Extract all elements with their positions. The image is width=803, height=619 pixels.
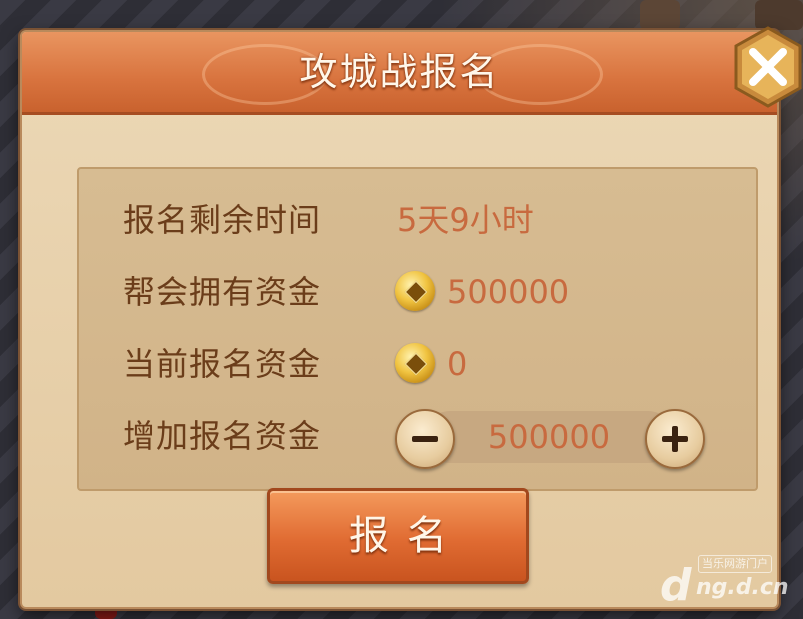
close-button[interactable] <box>733 26 803 108</box>
row-remaining-time: 报名剩余时间 5天9小时 <box>79 195 756 245</box>
minus-icon <box>412 436 438 442</box>
row-guild-funds: 帮会拥有资金 500000 <box>79 267 756 317</box>
remaining-time-label: 报名剩余时间 <box>123 201 322 239</box>
info-panel: 报名剩余时间 5天9小时 帮会拥有资金 500000 当前报名资金 0 增加报名… <box>77 167 758 491</box>
row-current-registration-funds: 当前报名资金 0 <box>79 339 756 389</box>
coin-icon <box>395 343 435 383</box>
close-icon <box>734 26 802 108</box>
remaining-time-value: 5天9小时 <box>397 201 534 239</box>
dialog-title: 攻城战报名 <box>299 50 500 94</box>
watermark-big-text: ng.d.cn <box>696 575 789 600</box>
guild-funds-value: 500000 <box>447 273 570 311</box>
current-registration-funds-label: 当前报名资金 <box>123 345 322 383</box>
background-decoration <box>640 0 680 30</box>
current-registration-funds-value: 0 <box>447 345 468 383</box>
register-button-label: 报名 <box>349 513 465 559</box>
watermark-logo: d <box>660 560 692 611</box>
decrease-funds-button[interactable] <box>395 409 455 469</box>
watermark-small-text: 当乐网游门户 <box>698 555 772 573</box>
site-watermark: d 当乐网游门户 ng.d.cn <box>660 555 800 615</box>
siege-registration-dialog: 攻城战报名 报名剩余时间 5天9小时 帮会拥有资金 500000 当前报名资金 … <box>20 30 779 609</box>
guild-funds-label: 帮会拥有资金 <box>123 273 322 311</box>
funds-stepper-value[interactable]: 500000 <box>449 411 649 463</box>
dialog-title-bar: 攻城战报名 <box>22 32 777 115</box>
increase-funds-button[interactable] <box>645 409 705 469</box>
add-registration-funds-label: 增加报名资金 <box>123 417 322 455</box>
coin-icon <box>395 271 435 311</box>
register-button[interactable]: 报名 <box>267 488 529 584</box>
